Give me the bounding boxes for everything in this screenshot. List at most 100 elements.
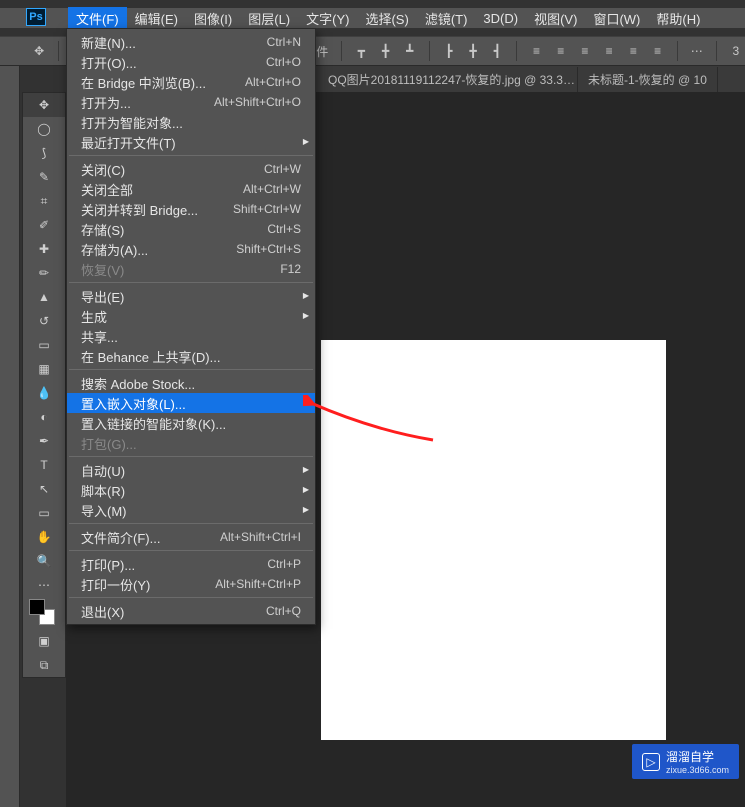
marquee-tool-icon[interactable]: ◯ [23, 117, 65, 141]
zoom-tool-icon[interactable]: 🔍 [23, 549, 65, 573]
clone-stamp-tool-icon[interactable]: ▲ [23, 285, 65, 309]
watermark-badge: ▷ 溜溜自学 zixue.3d66.com [632, 744, 739, 779]
file-menu-item[interactable]: 置入嵌入对象(L)... [67, 393, 315, 413]
hand-tool-icon[interactable]: ✋ [23, 525, 65, 549]
type-tool-icon[interactable]: T [23, 453, 65, 477]
move-tool-preset-icon[interactable]: ✥ [30, 41, 48, 61]
more-options-icon[interactable]: ⋯ [688, 41, 706, 61]
file-menu-item-label: 打开为智能对象... [81, 113, 183, 132]
file-menu-item[interactable]: 搜索 Adobe Stock... [67, 373, 315, 393]
file-menu-item[interactable]: 退出(X)Ctrl+Q [67, 601, 315, 621]
file-menu-item[interactable]: 文件简介(F)...Alt+Shift+Ctrl+I [67, 527, 315, 547]
file-menu-item[interactable]: 关闭并转到 Bridge...Shift+Ctrl+W [67, 199, 315, 219]
document-tab[interactable]: 未标题-1-恢复的 @ 10 [578, 67, 718, 92]
file-menu-item[interactable]: 打印(P)...Ctrl+P [67, 554, 315, 574]
file-menu-item[interactable]: 脚本(R) [67, 480, 315, 500]
lasso-tool-icon[interactable]: ⟆ [23, 141, 65, 165]
file-menu-item-label: 置入链接的智能对象(K)... [81, 414, 226, 433]
file-menu-item-shortcut: Alt+Shift+Ctrl+O [214, 95, 301, 109]
align-top-icon[interactable]: ┳ [352, 41, 370, 61]
canvas-document[interactable] [321, 340, 666, 740]
rectangle-tool-icon[interactable]: ▭ [23, 501, 65, 525]
file-menu-item[interactable]: 打开为智能对象... [67, 112, 315, 132]
menu-3d[interactable]: 3D(D) [475, 9, 526, 28]
menu-layer[interactable]: 图层(L) [240, 7, 298, 30]
file-menu-item[interactable]: 打开(O)...Ctrl+O [67, 52, 315, 72]
file-menu-item[interactable]: 在 Bridge 中浏览(B)...Alt+Ctrl+O [67, 72, 315, 92]
move-tool-icon[interactable]: ✥ [23, 93, 65, 117]
menu-window[interactable]: 窗口(W) [585, 7, 648, 30]
foreground-color-swatch[interactable] [29, 599, 45, 615]
brush-tool-icon[interactable]: ✏ [23, 261, 65, 285]
align-hcenter-icon[interactable]: ╋ [464, 41, 482, 61]
file-menu-item-label: 文件简介(F)... [81, 528, 160, 547]
menu-edit[interactable]: 编辑(E) [127, 7, 186, 30]
file-menu-item-label: 最近打开文件(T) [81, 133, 176, 152]
gradient-tool-icon[interactable]: ▦ [23, 357, 65, 381]
left-gutter: ✥ [0, 36, 20, 807]
file-menu-item[interactable]: 存储为(A)...Shift+Ctrl+S [67, 239, 315, 259]
eyedropper-tool-icon[interactable]: ✐ [23, 213, 65, 237]
align-vcenter-icon[interactable]: ╋ [376, 41, 394, 61]
distribute-right-icon[interactable]: ≡ [648, 41, 666, 61]
dodge-tool-icon[interactable]: ◐ [23, 405, 65, 429]
eraser-tool-icon[interactable]: ▭ [23, 333, 65, 357]
file-menu-item-label: 存储为(A)... [81, 240, 148, 259]
color-swatches[interactable] [23, 597, 65, 629]
menu-separator [69, 597, 313, 598]
file-menu-item-shortcut: Ctrl+N [267, 35, 301, 49]
distribute-hcenter-icon[interactable]: ≡ [624, 41, 642, 61]
pen-tool-icon[interactable]: ✒ [23, 429, 65, 453]
file-menu-item[interactable]: 导出(E) [67, 286, 315, 306]
app-logo: Ps [26, 8, 46, 26]
file-menu-item[interactable]: 新建(N)...Ctrl+N [67, 32, 315, 52]
edit-toolbar-icon[interactable]: ⋯ [23, 573, 65, 597]
file-menu-item[interactable]: 最近打开文件(T) [67, 132, 315, 152]
file-menu-item[interactable]: 打开为...Alt+Shift+Ctrl+O [67, 92, 315, 112]
file-menu-item[interactable]: 在 Behance 上共享(D)... [67, 346, 315, 366]
distribute-top-icon[interactable]: ≡ [527, 41, 545, 61]
watermark-logo-icon: ▷ [642, 753, 660, 771]
crop-tool-icon[interactable]: ⌗ [23, 189, 65, 213]
file-menu-item-label: 打印一份(Y) [81, 575, 150, 594]
align-right-icon[interactable]: ┫ [488, 41, 506, 61]
file-menu-item[interactable]: 生成 [67, 306, 315, 326]
file-menu-item[interactable]: 存储(S)Ctrl+S [67, 219, 315, 239]
distribute-vcenter-icon[interactable]: ≡ [552, 41, 570, 61]
menubar: 文件(F) 编辑(E) 图像(I) 图层(L) 文字(Y) 选择(S) 滤镜(T… [0, 8, 745, 28]
file-menu-item[interactable]: 打印一份(Y)Alt+Shift+Ctrl+P [67, 574, 315, 594]
history-brush-tool-icon[interactable]: ↺ [23, 309, 65, 333]
file-menu-item[interactable]: 关闭全部Alt+Ctrl+W [67, 179, 315, 199]
menu-select[interactable]: 选择(S) [357, 7, 416, 30]
distribute-bottom-icon[interactable]: ≡ [576, 41, 594, 61]
path-select-tool-icon[interactable]: ↖ [23, 477, 65, 501]
file-menu-item-label: 关闭(C) [81, 160, 125, 179]
file-menu-item-shortcut: Ctrl+P [267, 557, 301, 571]
file-menu-item[interactable]: 置入链接的智能对象(K)... [67, 413, 315, 433]
file-menu-item[interactable]: 导入(M) [67, 500, 315, 520]
align-left-icon[interactable]: ┣ [440, 41, 458, 61]
file-menu-item[interactable]: 关闭(C) Ctrl+W [67, 159, 315, 179]
quickmask-icon[interactable]: ▣ [23, 629, 65, 653]
menu-help[interactable]: 帮助(H) [648, 7, 708, 30]
file-menu-item-shortcut: Ctrl+W [264, 162, 301, 176]
align-bottom-icon[interactable]: ┻ [401, 41, 419, 61]
document-tab[interactable]: QQ图片20181119112247-恢复的.jpg @ 33.3… × [318, 67, 578, 92]
spot-heal-tool-icon[interactable]: ✚ [23, 237, 65, 261]
menu-view[interactable]: 视图(V) [526, 7, 585, 30]
menu-separator [69, 550, 313, 551]
watermark-brand: 溜溜自学 [666, 750, 714, 764]
menu-type[interactable]: 文字(Y) [298, 7, 357, 30]
blur-tool-icon[interactable]: 💧 [23, 381, 65, 405]
quick-select-tool-icon[interactable]: ✎ [23, 165, 65, 189]
file-menu-item-label: 搜索 Adobe Stock... [81, 374, 195, 393]
menu-image[interactable]: 图像(I) [186, 7, 240, 30]
file-menu-item[interactable]: 共享... [67, 326, 315, 346]
distribute-left-icon[interactable]: ≡ [600, 41, 618, 61]
menu-file[interactable]: 文件(F) [68, 7, 127, 30]
screenmode-icon[interactable]: ⧉ [23, 653, 65, 677]
file-menu-item[interactable]: 自动(U) [67, 460, 315, 480]
menu-filter[interactable]: 滤镜(T) [417, 7, 476, 30]
file-menu-item-shortcut: Ctrl+O [266, 55, 301, 69]
3d-mode-icon[interactable]: 3 [727, 41, 745, 61]
